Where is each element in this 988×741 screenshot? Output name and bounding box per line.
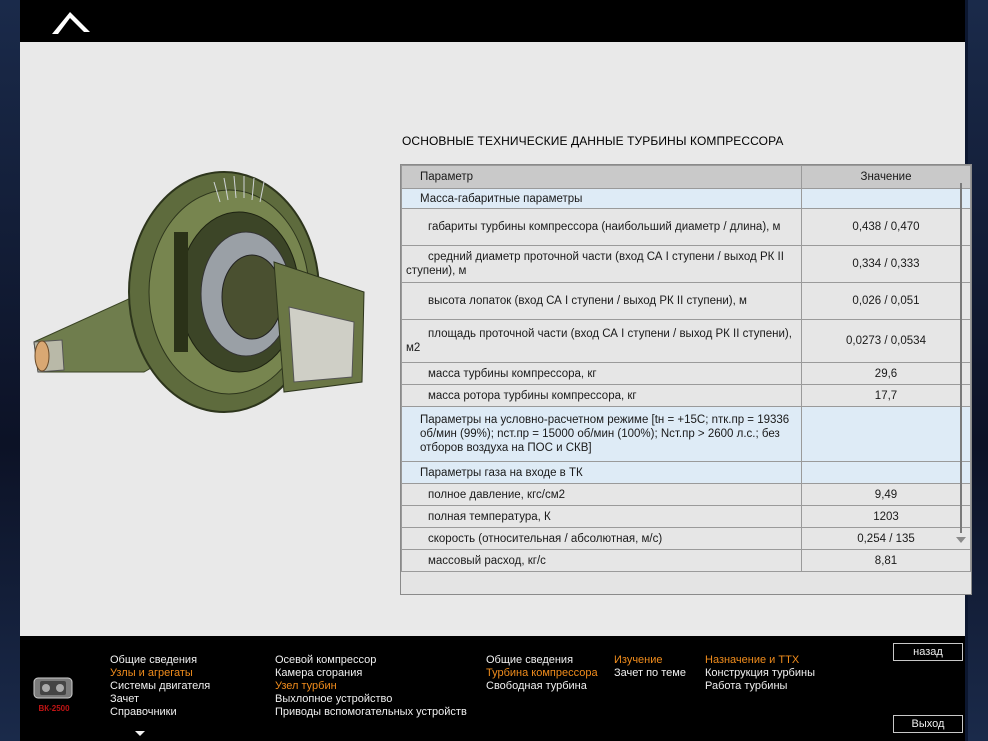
turbine-illustration — [33, 171, 365, 413]
footer-nav: ВК-2500 Общие сведения Узлы и агрегаты С… — [20, 636, 965, 741]
table-row: габариты турбины компрессора (наибольший… — [401, 208, 971, 246]
nav-general-info[interactable]: Общие сведения — [110, 654, 210, 667]
table-row: средний диаметр проточной части (вход СА… — [401, 245, 971, 283]
param-cell: Параметры газа на входе в ТК — [401, 461, 802, 484]
table-row: скорость (относительная / абсолютная, м/… — [401, 527, 971, 550]
tech-data-table: Параметр Значение Масса-габаритные парам… — [401, 165, 971, 572]
table-scrollbar[interactable] — [956, 183, 966, 553]
table-row: массовый расход, кг/с 8,81 — [401, 549, 971, 572]
nav-exhaust[interactable]: Выхлопное устройство — [275, 693, 467, 706]
nav-reference[interactable]: Справочники — [110, 706, 210, 719]
table-row: полное давление, кгс/см2 9,49 — [401, 483, 971, 506]
table-section-row: Параметры газа на входе в ТК — [401, 461, 971, 484]
nav-study[interactable]: Изучение — [614, 654, 686, 667]
nav-units-aggregates[interactable]: Узлы и агрегаты — [110, 667, 210, 680]
value-cell: 0,438 / 0,470 — [801, 208, 971, 246]
nav-turbine-design[interactable]: Конструкция турбины — [705, 667, 815, 680]
nav-free-turbine[interactable]: Свободная турбина — [486, 680, 598, 693]
value-cell: 8,81 — [801, 549, 971, 572]
scroll-down-arrow-icon[interactable] — [956, 537, 966, 543]
nav-purpose-specs[interactable]: Назначение и ТТХ — [705, 654, 815, 667]
nav-col-mode: Изучение Зачет по теме — [614, 654, 686, 680]
nav-turbine-unit[interactable]: Узел турбин — [275, 680, 467, 693]
param-cell: полное давление, кгс/см2 — [401, 483, 802, 506]
value-cell — [801, 188, 971, 209]
content-pane: ОСНОВНЫЕ ТЕХНИЧЕСКИЕ ДАННЫЕ ТУРБИНЫ КОМП… — [20, 42, 972, 636]
value-cell — [801, 461, 971, 484]
param-cell: площадь проточной части (вход СА I ступе… — [401, 319, 802, 363]
app-header — [20, 0, 965, 42]
scrollbar-track[interactable] — [960, 183, 962, 533]
table-section-row: Параметры на условно-расчетном режиме [t… — [401, 406, 971, 462]
param-cell: средний диаметр проточной части (вход СА… — [401, 245, 802, 283]
value-cell: 0,026 / 0,051 — [801, 282, 971, 320]
nav-combustion-chamber[interactable]: Камера сгорания — [275, 667, 467, 680]
nav-test[interactable]: Зачет — [110, 693, 210, 706]
page-title: ОСНОВНЫЕ ТЕХНИЧЕСКИЕ ДАННЫЕ ТУРБИНЫ КОМП… — [402, 134, 784, 148]
param-cell: Параметры на условно-расчетном режиме [t… — [401, 406, 802, 462]
nav-axial-compressor[interactable]: Осевой компрессор — [275, 654, 467, 667]
nav-col-turbine: Общие сведения Турбина компрессора Свобо… — [486, 654, 598, 693]
nav-topic-test[interactable]: Зачет по теме — [614, 667, 686, 680]
param-cell: массовый расход, кг/с — [401, 549, 802, 572]
nav-engine-systems[interactable]: Системы двигателя — [110, 680, 210, 693]
param-cell: габариты турбины компрессора (наибольший… — [401, 208, 802, 246]
nav-turbine-general[interactable]: Общие сведения — [486, 654, 598, 667]
value-cell: 0,254 / 135 — [801, 527, 971, 550]
tech-data-table-frame: Параметр Значение Масса-габаритные парам… — [400, 164, 972, 595]
param-cell: масса турбины компрессора, кг — [401, 362, 802, 385]
nav-col-units: Осевой компрессор Камера сгорания Узел т… — [275, 654, 467, 719]
background-left — [0, 0, 20, 741]
chevron-down-icon[interactable] — [135, 731, 145, 736]
nav-col-sections: Общие сведения Узлы и агрегаты Системы д… — [110, 654, 210, 719]
engine-logo: ВК-2500 — [28, 672, 80, 716]
engine-icon — [33, 677, 73, 699]
nav-compressor-turbine[interactable]: Турбина компрессора — [486, 667, 598, 680]
table-header-row: Параметр Значение — [401, 165, 971, 189]
value-cell: 17,7 — [801, 384, 971, 407]
engine-logo-label: ВК-2500 — [38, 704, 70, 713]
value-cell: 9,49 — [801, 483, 971, 506]
back-button[interactable]: назад — [893, 643, 963, 661]
header-param: Параметр — [401, 165, 802, 189]
value-cell: 29,6 — [801, 362, 971, 385]
table-row: полная температура, К 1203 — [401, 505, 971, 528]
nav-turbine-operation[interactable]: Работа турбины — [705, 680, 815, 693]
nav-accessory-drives[interactable]: Приводы вспомогательных устройств — [275, 706, 467, 719]
table-row: масса турбины компрессора, кг 29,6 — [401, 362, 971, 385]
table-row: площадь проточной части (вход СА I ступе… — [401, 319, 971, 363]
value-cell — [801, 406, 971, 462]
value-cell: 1203 — [801, 505, 971, 528]
param-cell: скорость (относительная / абсолютная, м/… — [401, 527, 802, 550]
param-cell: высота лопаток (вход СА I ступени / выхо… — [401, 282, 802, 320]
table-section-row: Масса-габаритные параметры — [401, 188, 971, 209]
value-cell: 0,334 / 0,333 — [801, 245, 971, 283]
table-row: высота лопаток (вход СА I ступени / выхо… — [401, 282, 971, 320]
param-cell: масса ротора турбины компрессора, кг — [401, 384, 802, 407]
app-logo-icon — [52, 12, 90, 34]
nav-col-topics: Назначение и ТТХ Конструкция турбины Раб… — [705, 654, 815, 693]
param-cell: полная температура, К — [401, 505, 802, 528]
header-value: Значение — [801, 165, 971, 189]
table-row: масса ротора турбины компрессора, кг 17,7 — [401, 384, 971, 407]
exit-button[interactable]: Выход — [893, 715, 963, 733]
param-cell: Масса-габаритные параметры — [401, 188, 802, 209]
value-cell: 0,0273 / 0,0534 — [801, 319, 971, 363]
